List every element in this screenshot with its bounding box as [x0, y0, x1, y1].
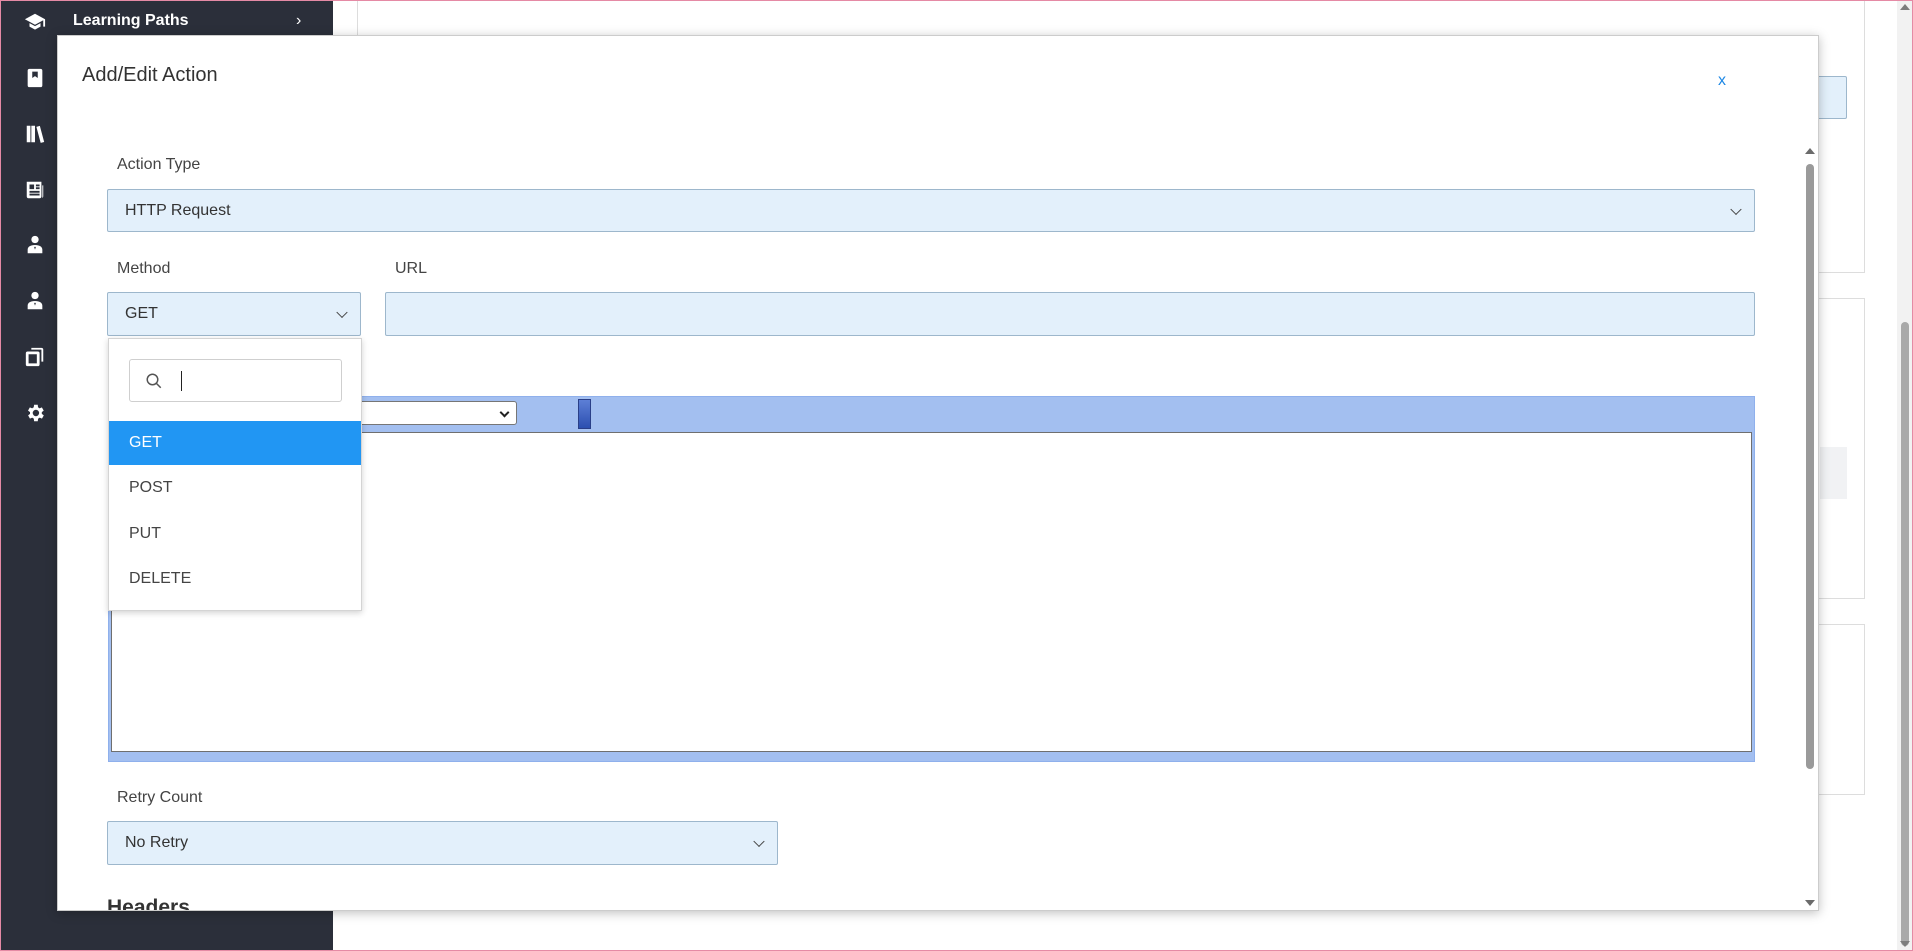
- scroll-down-icon[interactable]: [1900, 941, 1910, 947]
- text-cursor: [181, 371, 182, 391]
- search-icon: [146, 373, 162, 389]
- retry-count-value: No Retry: [125, 834, 189, 851]
- url-label: URL: [395, 260, 428, 277]
- scroll-down-icon[interactable]: [1805, 900, 1815, 906]
- background-row: [1820, 447, 1847, 499]
- library-icon[interactable]: [20, 119, 50, 149]
- page-scrollbar[interactable]: [1897, 0, 1913, 951]
- add-edit-action-modal: Add/Edit Action x Action Type HTTP Reque…: [57, 35, 1819, 911]
- method-option-delete[interactable]: DELETE: [109, 557, 361, 601]
- editor-expand-button[interactable]: [578, 399, 591, 429]
- dropdown-search-input[interactable]: [184, 368, 334, 394]
- chevron-down-icon: [499, 407, 510, 418]
- action-type-value: HTTP Request: [125, 201, 231, 219]
- action-type-label: Action Type: [117, 156, 201, 173]
- close-button[interactable]: x: [1718, 72, 1726, 90]
- scroll-up-icon[interactable]: [1805, 148, 1815, 154]
- modal-title: Add/Edit Action: [82, 64, 218, 86]
- user-icon[interactable]: [20, 230, 50, 260]
- method-label: Method: [117, 260, 171, 277]
- method-select[interactable]: GET: [107, 292, 361, 336]
- scrollbar-thumb[interactable]: [1901, 322, 1909, 946]
- book-icon[interactable]: [20, 63, 50, 93]
- sidebar-item-learning-paths[interactable]: Learning Paths: [73, 12, 189, 30]
- method-option-get[interactable]: GET: [109, 421, 361, 465]
- chevron-down-icon: [753, 835, 765, 848]
- scrollbar-thumb[interactable]: [1806, 164, 1814, 769]
- chevron-right-icon[interactable]: ›: [296, 12, 301, 30]
- retry-count-label: Retry Count: [117, 789, 203, 806]
- chevron-down-icon: [336, 306, 348, 319]
- url-input[interactable]: [385, 292, 1755, 336]
- gear-icon[interactable]: [20, 398, 50, 428]
- graduation-cap-icon[interactable]: [20, 7, 50, 37]
- scroll-up-icon[interactable]: [1900, 4, 1910, 10]
- chevron-down-icon: [1730, 203, 1742, 215]
- action-type-select[interactable]: HTTP Request: [107, 189, 1755, 232]
- headers-heading: Headers: [107, 896, 190, 911]
- user-alt-icon[interactable]: [20, 286, 50, 316]
- method-option-post[interactable]: POST: [109, 466, 361, 510]
- method-value: GET: [125, 305, 158, 322]
- method-dropdown: GET POST PUT DELETE: [108, 338, 362, 611]
- copy-icon[interactable]: [20, 342, 50, 372]
- modal-scrollbar[interactable]: [1803, 110, 1817, 906]
- newspaper-icon[interactable]: [20, 175, 50, 205]
- dropdown-search-box[interactable]: [129, 359, 342, 402]
- editor-format-select[interactable]: [351, 401, 517, 425]
- method-option-put[interactable]: PUT: [109, 512, 361, 556]
- retry-count-select[interactable]: No Retry: [107, 821, 778, 865]
